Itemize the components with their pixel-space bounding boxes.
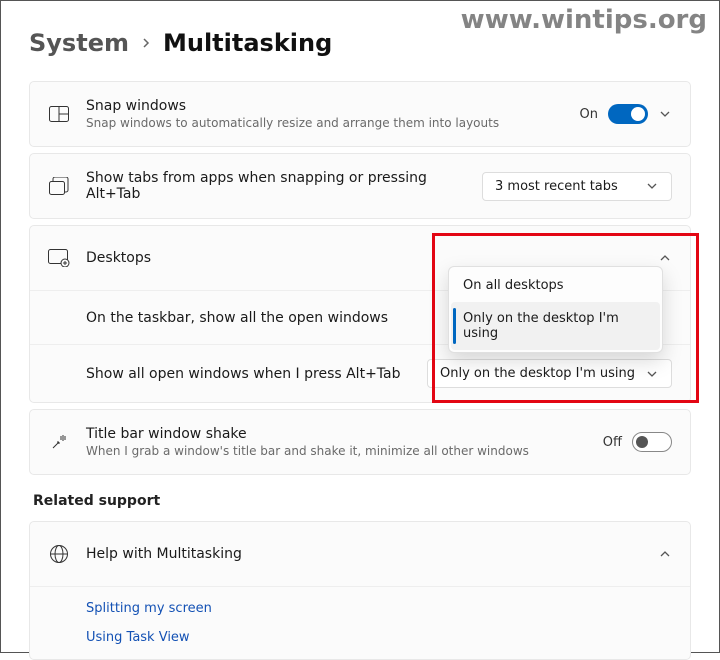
desktops-title: Desktops <box>86 250 642 266</box>
show-tabs-title: Show tabs from apps when snapping or pre… <box>86 170 466 202</box>
show-tabs-card: Show tabs from apps when snapping or pre… <box>29 153 691 219</box>
shake-title: Title bar window shake <box>86 426 587 442</box>
help-multitasking-card: Help with Multitasking Splitting my scre… <box>29 521 691 660</box>
chevron-right-icon <box>139 36 153 50</box>
tabs-icon <box>48 175 70 197</box>
chevron-down-icon <box>645 367 659 381</box>
chevron-down-icon <box>645 179 659 193</box>
snap-windows-title: Snap windows <box>86 98 564 114</box>
desktops-taskbar-dropdown-menu: On all desktops Only on the desktop I'm … <box>448 266 663 353</box>
chevron-up-icon[interactable] <box>658 547 672 561</box>
snap-windows-card: Snap windows Snap windows to automatical… <box>29 81 691 147</box>
breadcrumb-current: Multitasking <box>163 29 332 57</box>
desktops-alttab-dropdown[interactable]: Only on the desktop I'm using <box>427 359 672 388</box>
menu-option-all-desktops[interactable]: On all desktops <box>451 269 660 302</box>
shake-icon <box>48 431 70 453</box>
shake-desc: When I grab a window's title bar and sha… <box>86 444 587 458</box>
breadcrumb: System Multitasking <box>29 29 691 57</box>
chevron-up-icon[interactable] <box>658 251 672 265</box>
snap-windows-desc: Snap windows to automatically resize and… <box>86 116 564 130</box>
related-support-heading: Related support <box>33 493 687 509</box>
desktops-card: Desktops On the taskbar, show all the op… <box>29 225 691 403</box>
breadcrumb-parent[interactable]: System <box>29 29 129 57</box>
menu-option-only-current[interactable]: Only on the desktop I'm using <box>451 302 660 350</box>
show-tabs-dropdown[interactable]: 3 most recent tabs <box>482 172 672 201</box>
snap-windows-toggle[interactable] <box>608 104 648 124</box>
chevron-down-icon[interactable] <box>658 107 672 121</box>
link-using-task-view[interactable]: Using Task View <box>86 630 672 645</box>
snap-toggle-label: On <box>580 107 598 122</box>
link-splitting-screen[interactable]: Splitting my screen <box>86 601 672 616</box>
snap-layouts-icon <box>48 103 70 125</box>
shake-toggle[interactable] <box>632 432 672 452</box>
show-tabs-selected: 3 most recent tabs <box>495 179 618 194</box>
title-bar-shake-card: Title bar window shake When I grab a win… <box>29 409 691 475</box>
settings-page: System Multitasking Snap windows Snap wi… <box>1 1 719 660</box>
desktops-alttab-selected: Only on the desktop I'm using <box>440 366 635 381</box>
desktops-icon <box>48 247 70 269</box>
shake-toggle-label: Off <box>603 435 622 450</box>
help-multitasking-title: Help with Multitasking <box>86 546 642 562</box>
globe-help-icon <box>48 543 70 565</box>
desktops-alttab-label: Show all open windows when I press Alt+T… <box>86 366 427 382</box>
desktops-taskbar-label: On the taskbar, show all the open window… <box>86 310 472 326</box>
